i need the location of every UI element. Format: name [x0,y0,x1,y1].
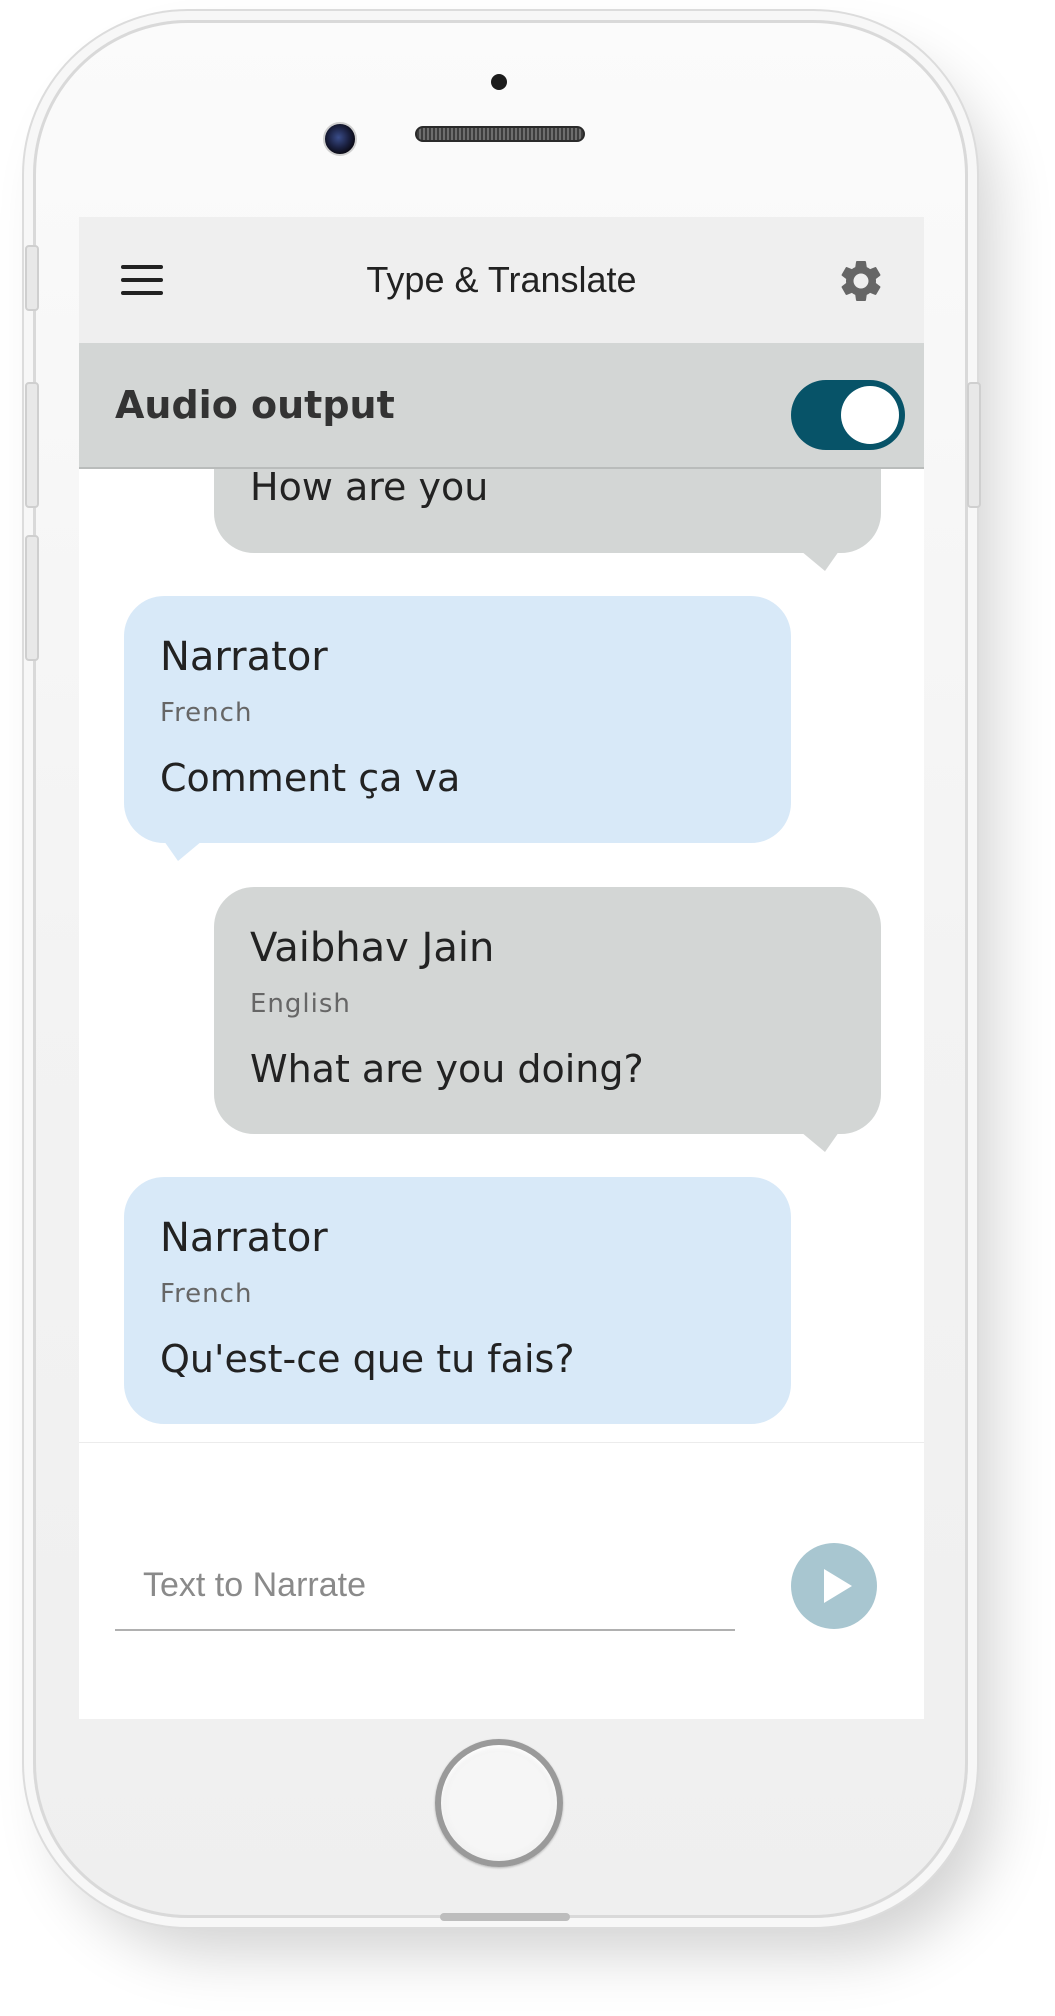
bottom-edge [440,1913,570,1921]
earpiece-speaker [415,126,585,142]
home-button [435,1739,563,1867]
message-bubble-sent: How are you [214,469,881,553]
audio-output-label: Audio output [115,383,395,427]
narrate-text-input[interactable] [115,1541,735,1631]
menu-icon[interactable] [121,265,163,295]
composer-area [79,1442,924,1719]
toggle-knob [841,386,899,444]
speaker-name: Vaibhav Jain [250,925,495,971]
message-text: What are you doing? [250,1047,644,1091]
message-language: French [160,698,253,728]
speaker-name: Narrator [160,1215,328,1261]
audio-output-toggle[interactable] [791,380,905,450]
message-bubble-received: Narrator French Comment ça va [124,596,791,843]
message-bubble-received: Narrator French Qu'est-ce que tu fais? [124,1177,791,1424]
bubble-tail [801,551,839,571]
message-language: French [160,1279,253,1309]
speaker-name: Narrator [160,634,328,680]
message-text: How are you [250,469,489,509]
message-text: Qu'est-ce que tu fais? [160,1337,575,1381]
app-bar: Type & Translate [79,217,924,343]
volume-down-button [25,535,39,661]
narrate-play-button[interactable] [791,1543,877,1629]
mute-switch [25,245,39,311]
message-language: English [250,989,351,1019]
bubble-tail [164,841,202,861]
power-button [967,382,981,508]
proximity-sensor [491,74,507,90]
volume-up-button [25,382,39,508]
bubble-tail [801,1132,839,1152]
play-icon [824,1569,852,1603]
gear-icon[interactable] [836,256,886,306]
app-screen: Type & Translate Audio output How are yo… [79,217,924,1719]
app-title: Type & Translate [366,259,637,300]
message-bubble-sent: Vaibhav Jain English What are you doing? [214,887,881,1134]
message-text: Comment ça va [160,756,461,800]
front-camera [323,122,357,156]
